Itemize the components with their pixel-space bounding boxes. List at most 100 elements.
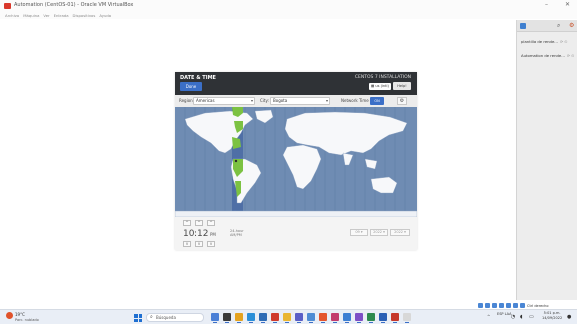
teams-icon[interactable] (295, 313, 303, 323)
chevron-down-icon: ▾ (325, 98, 328, 103)
keyboard-layout-indicator[interactable]: ▦ us (intl) (369, 83, 391, 90)
menu-maquina[interactable]: Máquina (23, 12, 39, 19)
battery-icon[interactable]: ▭ (529, 314, 534, 320)
help-button[interactable]: Help! (393, 82, 411, 90)
city-value: Bogota (273, 98, 288, 103)
minute-up-button[interactable]: ^ (195, 220, 203, 226)
time-date-controls: ^ ^ ^ 10 : 12 PM 24-hour AM/PM v v v 09 … (175, 217, 417, 250)
show-hidden-icons-icon[interactable]: ^ (487, 314, 490, 319)
menu-ayuda[interactable]: Ayuda (99, 12, 111, 19)
installer-header: DATE & TIME Done CENTOS 7 INSTALLATION ▦… (175, 72, 417, 95)
network-icon[interactable] (492, 303, 497, 308)
app-icon[interactable] (403, 313, 411, 323)
taskbar-clock[interactable]: 5:01 p.m. 14/09/2022 (542, 311, 562, 321)
weather-condition[interactable]: Parc. nublado (15, 318, 39, 322)
region-select[interactable]: Americas ▾ (193, 97, 255, 105)
ampm-value: PM (210, 232, 216, 237)
volume-icon[interactable]: ◖ (520, 314, 523, 320)
gear-icon: ⚙ (399, 98, 405, 104)
day-select[interactable]: 2022 ▾ (370, 229, 388, 236)
hour-up-button[interactable]: ^ (183, 220, 191, 226)
file-explorer-icon[interactable] (235, 313, 243, 323)
library-vm-status: ⟳ ⊙ (559, 38, 568, 44)
hour-value: 10 (183, 229, 195, 239)
ampm-down-button[interactable]: v (207, 241, 215, 247)
app-icon[interactable] (367, 313, 375, 323)
timezone-map[interactable] (175, 107, 417, 217)
hour-down-button[interactable]: v (183, 241, 191, 247)
month-select[interactable]: 09 ▾ (350, 229, 368, 236)
menu-dispositivos[interactable]: Dispositivos (73, 12, 96, 19)
network-time-toggle[interactable]: ON (370, 97, 384, 105)
chrome-icon[interactable] (319, 313, 327, 323)
optical-drive-icon[interactable] (485, 303, 490, 308)
clock-date: 14/09/2022 (542, 316, 563, 320)
display-icon[interactable] (513, 303, 518, 308)
minimize-button[interactable]: – (545, 1, 548, 8)
search-icon[interactable]: ⌕ (557, 22, 560, 30)
library-vm-label: Automation de rende... (521, 52, 565, 58)
chevron-down-icon: ▾ (250, 98, 253, 103)
library-tool-icon[interactable] (520, 23, 526, 29)
ampm-up-button[interactable]: ^ (207, 220, 215, 226)
region-label: Region: (179, 98, 195, 103)
app-icon[interactable] (331, 313, 339, 323)
wifi-icon[interactable]: ◔ (511, 314, 515, 320)
virtualbox-icon[interactable] (307, 313, 315, 323)
word-icon[interactable] (379, 313, 387, 323)
library-vm-status: ⟳ ⊙ (566, 52, 575, 58)
year-select[interactable]: 2022 ▾ (390, 229, 410, 236)
settings-icon[interactable]: ⚙ (569, 22, 574, 29)
city-select[interactable]: Bogota ▾ (270, 97, 330, 105)
edge-icon[interactable] (247, 313, 255, 323)
weather-icon[interactable] (6, 312, 13, 319)
notification-icon[interactable]: ● (567, 314, 571, 320)
minute-down-button[interactable]: v (195, 241, 203, 247)
search-icon: ⌕ (150, 314, 153, 320)
minute-value: 12 (197, 229, 209, 239)
folder-icon[interactable] (283, 313, 291, 323)
virtualbox-logo-icon (4, 3, 11, 9)
vm-library-panel: ⌕ ⚙ plantilla de rende... ⟳ ⊙ Automation… (516, 20, 577, 300)
menu-ver[interactable]: Ver (43, 12, 49, 19)
city-label: City: (260, 98, 269, 103)
ntp-settings-button[interactable]: ⚙ (397, 97, 407, 105)
vm-status-bar: Ctrl derecho (478, 302, 577, 309)
keyboard-layout-label: us (intl) (375, 84, 389, 88)
usb-icon[interactable] (499, 303, 504, 308)
library-panel-header: ⌕ ⚙ (517, 20, 577, 32)
start-button[interactable] (134, 314, 142, 322)
office-icon[interactable] (271, 313, 279, 323)
windows-logo-icon (134, 314, 138, 318)
input-language[interactable]: ESP LAA (497, 312, 512, 316)
hard-disk-icon[interactable] (478, 303, 483, 308)
menu-entrada[interactable]: Entrada (54, 12, 69, 19)
task-view-icon[interactable] (223, 313, 231, 323)
library-vm-item[interactable]: plantilla de rende... ⟳ ⊙ (517, 36, 577, 46)
close-button[interactable]: ✕ (565, 1, 570, 8)
timezone-toolbar: Region: Americas ▾ City: Bogota ▾ Networ… (175, 95, 417, 107)
host-key-label: Ctrl derecho (527, 303, 549, 308)
region-value: Americas (196, 98, 215, 103)
window-titlebar: Automation (CentOS-01) - Oracle VM Virtu… (0, 0, 577, 12)
page-title: DATE & TIME (180, 75, 216, 81)
shared-folder-icon[interactable] (506, 303, 511, 308)
product-title: CENTOS 7 INSTALLATION (354, 75, 411, 80)
date-time-dialog: DATE & TIME Done CENTOS 7 INSTALLATION ▦… (175, 72, 417, 250)
recording-icon[interactable] (520, 303, 525, 308)
taskbar: 19°C Parc. nublado ⌕ Búsqueda ^ ESP LAA … (0, 309, 577, 324)
powerpoint-icon[interactable] (391, 313, 399, 323)
time-format-options[interactable]: 24-hour AM/PM (230, 229, 244, 237)
widgets-icon[interactable] (211, 313, 219, 323)
app-icon[interactable] (343, 313, 351, 323)
app-icon[interactable] (355, 313, 363, 323)
window-title: Automation (CentOS-01) - Oracle VM Virtu… (14, 2, 134, 8)
done-button[interactable]: Done (180, 82, 202, 91)
network-time-label: Network Time (341, 98, 369, 103)
menu-bar: Archivo Máquina Ver Entrada Dispositivos… (0, 12, 577, 19)
weather-temperature[interactable]: 19°C (15, 312, 25, 317)
library-vm-item[interactable]: Automation de rende... ⟳ ⊙ (517, 50, 577, 60)
store-icon[interactable] (259, 313, 267, 323)
taskbar-search[interactable]: ⌕ Búsqueda (146, 313, 204, 322)
menu-archivo[interactable]: Archivo (5, 12, 19, 19)
